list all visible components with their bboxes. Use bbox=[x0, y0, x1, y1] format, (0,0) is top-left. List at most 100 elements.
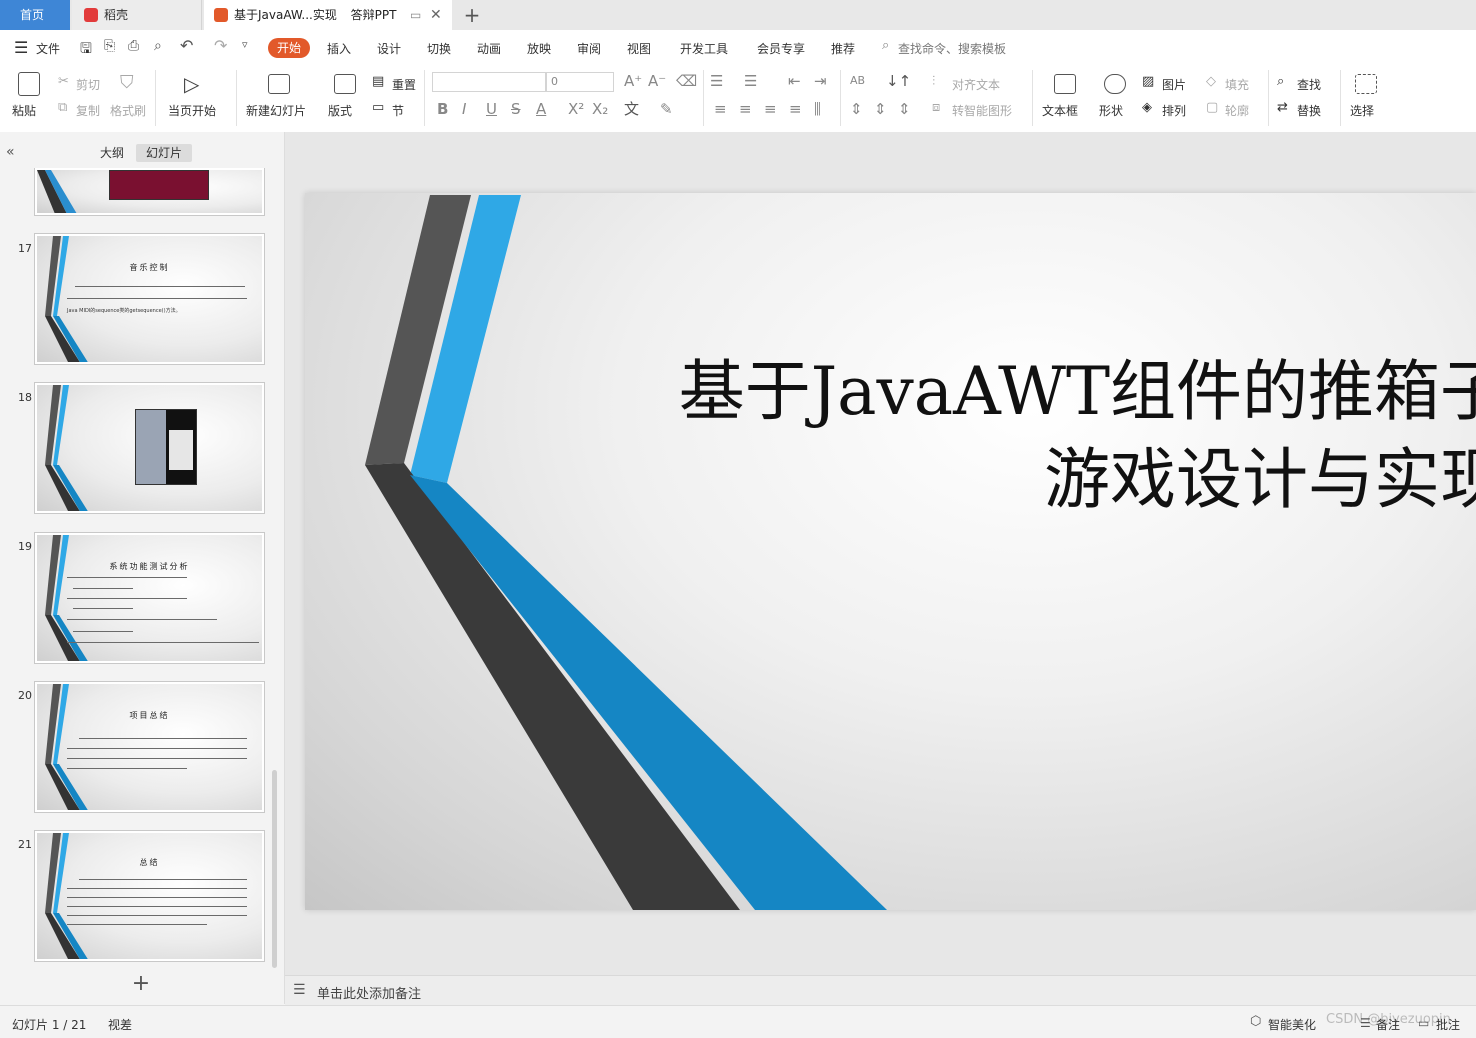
superscript-icon[interactable]: X² bbox=[568, 100, 584, 118]
print-icon[interactable]: ⎙ bbox=[128, 38, 139, 54]
align-text-button[interactable]: 对齐文本 bbox=[952, 76, 1000, 93]
from-current-button[interactable]: 当页开始 bbox=[168, 102, 216, 119]
fill-button[interactable]: 填充 bbox=[1225, 76, 1249, 93]
notes-bar[interactable]: ☰ 单击此处添加备注 bbox=[285, 975, 1476, 1006]
justify-icon[interactable]: ≡ bbox=[789, 100, 802, 118]
save-icon[interactable]: 🖫 bbox=[80, 38, 92, 62]
menu-file[interactable]: 文件 bbox=[36, 40, 60, 57]
bullet-list-icon[interactable]: ☰ bbox=[710, 72, 723, 90]
font-size-select[interactable]: 0 bbox=[546, 72, 614, 92]
subscript-icon[interactable]: X₂ bbox=[592, 100, 608, 118]
outdent-icon[interactable]: ⇤ bbox=[788, 72, 801, 90]
new-slide-button[interactable]: 新建幻灯片 bbox=[246, 102, 306, 119]
undo-icon[interactable]: ↶ bbox=[180, 36, 193, 55]
find-button[interactable]: 查找 bbox=[1297, 76, 1321, 93]
notes-toggle-button[interactable]: 备注 bbox=[1376, 1016, 1400, 1033]
layout-button[interactable]: 版式 bbox=[328, 102, 352, 119]
line-spacing-icon[interactable]: ⇕ bbox=[850, 100, 863, 118]
paste-icon[interactable] bbox=[18, 72, 40, 96]
strikethrough-icon[interactable]: S bbox=[511, 100, 521, 118]
align-center-icon[interactable]: ≡ bbox=[739, 100, 752, 118]
select-icon bbox=[1355, 74, 1377, 94]
menu-slideshow[interactable]: 放映 bbox=[527, 40, 551, 57]
italic-icon[interactable]: I bbox=[462, 100, 466, 118]
menu-developer[interactable]: 开发工具 bbox=[680, 40, 728, 57]
redo-icon[interactable]: ↷ bbox=[214, 36, 227, 55]
close-tab-icon[interactable]: ✕ bbox=[430, 0, 442, 30]
format-painter-button[interactable]: 格式刷 bbox=[110, 102, 146, 119]
clear-format-icon[interactable]: ⌫ bbox=[676, 72, 697, 90]
indent-icon[interactable]: ⇥ bbox=[814, 72, 827, 90]
menu-transition[interactable]: 切换 bbox=[427, 40, 451, 57]
tab-slides[interactable]: 幻灯片 bbox=[136, 144, 192, 162]
menu-animation[interactable]: 动画 bbox=[477, 40, 501, 57]
customize-icon[interactable]: ▿ bbox=[242, 38, 248, 51]
slide-thumbnail-17[interactable]: 音乐控制 Java MIDI的sequence类的getsequence()方法… bbox=[34, 233, 265, 365]
copy-button[interactable]: 复制 bbox=[76, 102, 100, 119]
panel-scrollbar[interactable] bbox=[272, 770, 277, 968]
increase-font-icon[interactable]: A⁺ bbox=[624, 72, 642, 90]
current-slide[interactable]: 基于JavaAWT组件的推箱子 游戏设计与实现 bbox=[305, 193, 1476, 910]
slide-thumbnail-16[interactable] bbox=[34, 168, 265, 216]
menu-review[interactable]: 审阅 bbox=[577, 40, 601, 57]
smart-beautify-button[interactable]: 智能美化 bbox=[1268, 1016, 1316, 1033]
align-left-icon[interactable]: ≡ bbox=[714, 100, 727, 118]
numbered-list-icon[interactable]: ☰ bbox=[744, 72, 757, 90]
comments-button[interactable]: 批注 bbox=[1436, 1016, 1460, 1033]
decrease-font-icon[interactable]: A⁻ bbox=[648, 72, 666, 90]
arrange-button[interactable]: 排列 bbox=[1162, 102, 1186, 119]
font-color-icon[interactable]: A bbox=[536, 100, 546, 118]
distribute-icon[interactable]: ⫼ bbox=[814, 100, 821, 118]
text-direction-icon[interactable]: AB bbox=[850, 72, 865, 90]
preview-icon[interactable]: ⌕ bbox=[154, 38, 162, 54]
menu-view[interactable]: 视图 bbox=[627, 40, 651, 57]
slide-thumbnail-21[interactable]: 总结 bbox=[34, 830, 265, 962]
thumbnail-title: 音乐控制 bbox=[129, 263, 170, 272]
replace-button[interactable]: 替换 bbox=[1297, 102, 1321, 119]
status-bar: 幻灯片 1 / 21 视差 ⬡ 智能美化 CSDN @biyezuopin ☰ … bbox=[0, 1005, 1476, 1038]
add-slide-icon[interactable]: + bbox=[130, 973, 152, 995]
window-restore-icon[interactable]: ▭ bbox=[410, 0, 421, 30]
menu-design[interactable]: 设计 bbox=[377, 40, 401, 57]
add-tab-icon[interactable]: + bbox=[462, 2, 482, 28]
shape-button[interactable]: 形状 bbox=[1099, 102, 1123, 119]
thumbnail-decoration bbox=[45, 833, 88, 959]
paste-button[interactable]: 粘贴 bbox=[12, 102, 36, 119]
smart-shape-button[interactable]: 转智能图形 bbox=[952, 102, 1012, 119]
menu-start[interactable]: 开始 bbox=[268, 38, 310, 58]
hamburger-icon[interactable]: ☰ bbox=[14, 38, 28, 57]
command-search[interactable]: 查找命令、搜索模板 bbox=[898, 40, 1006, 57]
font-family-select[interactable] bbox=[432, 72, 546, 92]
slide-title[interactable]: 基于JavaAWT组件的推箱子 游戏设计与实现 bbox=[606, 348, 1476, 524]
paragraph-spacing-icon[interactable]: ⇕ bbox=[874, 100, 887, 118]
view-mode[interactable]: 视差 bbox=[108, 1016, 132, 1033]
align-right-icon[interactable]: ≡ bbox=[764, 100, 777, 118]
menu-insert[interactable]: 插入 bbox=[327, 40, 351, 57]
collapse-panel-icon[interactable]: « bbox=[6, 144, 15, 160]
picture-button[interactable]: 图片 bbox=[1162, 76, 1186, 93]
slide-thumbnail-18[interactable] bbox=[34, 382, 265, 514]
export-icon[interactable]: ⎘ bbox=[104, 38, 115, 54]
underline-icon[interactable]: U bbox=[486, 100, 497, 118]
format-painter-icon: ⛉ bbox=[120, 72, 134, 93]
outline-button[interactable]: 轮廓 bbox=[1225, 102, 1249, 119]
textbox-button[interactable]: 文本框 bbox=[1042, 102, 1078, 119]
highlight-icon[interactable]: ✎ bbox=[660, 100, 673, 118]
slide-thumbnail-19[interactable]: 系统功能测试分析 bbox=[34, 532, 265, 664]
sort-icon[interactable]: ↓↑ bbox=[886, 72, 911, 90]
section-button[interactable]: 节 bbox=[392, 102, 404, 119]
menu-member[interactable]: 会员专享 bbox=[757, 40, 805, 57]
phonetic-icon[interactable]: 文 bbox=[624, 100, 639, 118]
reset-button[interactable]: 重置 bbox=[392, 76, 416, 93]
spacing-options-icon[interactable]: ⇕ bbox=[898, 100, 911, 118]
menu-recommend[interactable]: 推荐 bbox=[831, 40, 855, 57]
tab-outline[interactable]: 大纲 bbox=[90, 144, 134, 162]
select-button[interactable]: 选择 bbox=[1350, 102, 1374, 119]
tab-document[interactable]: 基于JavaAW...实现 答辩PPT ▭ ✕ bbox=[204, 0, 452, 30]
tab-home[interactable]: 首页 bbox=[0, 0, 70, 30]
bold-icon[interactable]: B bbox=[437, 100, 448, 118]
tab-daoke[interactable]: 稻壳 bbox=[72, 0, 202, 30]
cut-button[interactable]: 剪切 bbox=[76, 76, 100, 93]
notes-placeholder[interactable]: 单击此处添加备注 bbox=[317, 983, 421, 1002]
slide-thumbnail-20[interactable]: 项目总结 bbox=[34, 681, 265, 813]
